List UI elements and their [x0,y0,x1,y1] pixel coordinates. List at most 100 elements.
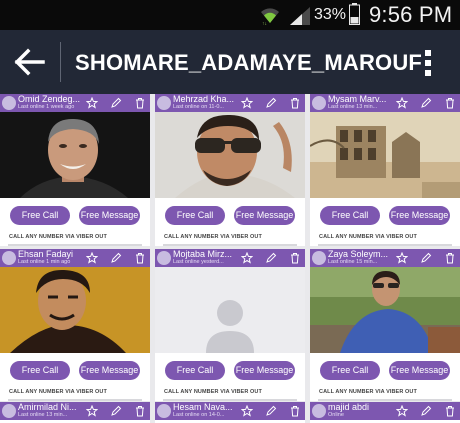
card-header: Mysam Marv... Last online 13 min... [310,94,460,112]
overflow-menu-icon[interactable] [421,47,435,79]
contact-grid: Omid Zendeg... Last online 1 week ago Fr… [0,94,460,423]
contact-card[interactable]: Mysam Marv... Last online 13 min... Free… [310,94,460,246]
contact-card[interactable]: Omid Zendeg... Last online 1 week ago Fr… [0,94,150,246]
star-icon[interactable] [86,97,98,109]
avatar [157,96,171,110]
contact-photo[interactable] [155,267,305,353]
viber-out-link[interactable]: CALL ANY NUMBER VIA VIBER OUT [164,234,262,240]
trash-icon[interactable] [134,405,146,417]
last-seen: Online [328,412,344,418]
free-call-button[interactable]: Free Call [320,206,380,225]
last-seen: Last online 13 min... [18,412,68,418]
last-seen: Last online 15 min... [328,259,378,265]
star-icon[interactable] [241,97,253,109]
card-divider [163,244,297,246]
contact-card[interactable]: Ehsan Fadayi Last online 1 min ago Free … [0,249,150,401]
last-seen: Last online yesterd... [173,259,224,265]
last-seen: Last online on 11-0... [173,104,224,110]
free-call-button[interactable]: Free Call [165,206,225,225]
pencil-icon[interactable] [265,405,277,417]
free-call-button[interactable]: Free Call [165,361,225,380]
last-seen: Last online 1 week ago [18,104,75,110]
trash-icon[interactable] [134,252,146,264]
free-message-button[interactable]: Free Message [389,361,450,380]
pencil-icon[interactable] [420,97,432,109]
free-call-button[interactable]: Free Call [320,361,380,380]
back-arrow-icon[interactable] [14,47,46,77]
viber-out-link[interactable]: CALL ANY NUMBER VIA VIBER OUT [9,234,107,240]
pencil-icon[interactable] [420,405,432,417]
contact-photo[interactable] [0,112,150,198]
card-header: majid abdi Online [310,402,460,420]
trash-icon[interactable] [289,252,301,264]
clock: 9:56 PM [369,2,453,27]
card-header: Amirmilad Ni... Last online 13 min... [0,402,150,420]
contact-card[interactable]: Mojtaba Mirz... Last online yesterd... F… [155,249,305,401]
pencil-icon[interactable] [110,405,122,417]
contact-card[interactable]: Amirmilad Ni... Last online 13 min... [0,402,150,423]
pencil-icon[interactable] [110,97,122,109]
avatar [2,96,16,110]
contact-name: Zaya Soleym... [328,249,389,259]
avatar [2,404,16,418]
trash-icon[interactable] [289,405,301,417]
contact-card[interactable]: majid abdi Online [310,402,460,423]
free-call-button[interactable]: Free Call [10,206,70,225]
avatar [157,404,171,418]
trash-icon[interactable] [444,97,456,109]
pencil-icon[interactable] [420,252,432,264]
trash-icon[interactable] [134,97,146,109]
free-message-button[interactable]: Free Message [234,206,295,225]
pencil-icon[interactable] [110,252,122,264]
free-call-button[interactable]: Free Call [10,361,70,380]
trash-icon[interactable] [444,252,456,264]
contact-photo[interactable] [155,112,305,198]
contact-photo[interactable] [0,267,150,353]
contact-name: Omid Zendeg... [18,94,80,104]
page-title: SHOMARE_ADAMAYE_MAROUF [75,50,423,75]
avatar [312,251,326,265]
contact-photo[interactable] [310,267,460,353]
viber-out-link[interactable]: CALL ANY NUMBER VIA VIBER OUT [9,389,107,395]
card-divider [318,399,452,401]
star-icon[interactable] [86,252,98,264]
star-icon[interactable] [86,405,98,417]
star-icon[interactable] [241,252,253,264]
contact-photo[interactable] [310,112,460,198]
status-bar: ↑↓ 33% 9:56 PM [0,0,460,30]
contact-name: Hesam Nava... [173,402,233,412]
card-header: Hesam Nava... Last online on 14-0... [155,402,305,420]
free-message-button[interactable]: Free Message [389,206,450,225]
star-icon[interactable] [396,405,408,417]
last-seen: Last online 13 min... [328,104,378,110]
contact-name: Mysam Marv... [328,94,387,104]
viber-out-link[interactable]: CALL ANY NUMBER VIA VIBER OUT [319,234,417,240]
pencil-icon[interactable] [265,252,277,264]
avatar [2,251,16,265]
contact-card[interactable]: Zaya Soleym... Last online 15 min... Fre… [310,249,460,401]
pencil-icon[interactable] [265,97,277,109]
contact-name: Amirmilad Ni... [18,402,77,412]
trash-icon[interactable] [289,97,301,109]
card-divider [8,399,142,401]
person-placeholder-icon [155,267,305,353]
wifi-icon: ↑↓ [261,8,279,26]
contact-name: majid abdi [328,402,370,412]
last-seen: Last online 1 min ago [18,259,71,265]
contact-card[interactable]: Mehrzad Kha... Last online on 11-0... Fr… [155,94,305,246]
trash-icon[interactable] [444,405,456,417]
viber-out-link[interactable]: CALL ANY NUMBER VIA VIBER OUT [319,389,417,395]
free-message-button[interactable]: Free Message [234,361,295,380]
battery-percent: 33% [314,6,347,23]
card-header: Zaya Soleym... Last online 15 min... [310,249,460,267]
star-icon[interactable] [241,405,253,417]
star-icon[interactable] [396,252,408,264]
star-icon[interactable] [396,97,408,109]
viber-out-link[interactable]: CALL ANY NUMBER VIA VIBER OUT [164,389,262,395]
contact-card[interactable]: Hesam Nava... Last online on 14-0... [155,402,305,423]
free-message-button[interactable]: Free Message [79,361,140,380]
card-divider [8,244,142,246]
card-divider [163,399,297,401]
avatar [312,96,326,110]
free-message-button[interactable]: Free Message [79,206,140,225]
